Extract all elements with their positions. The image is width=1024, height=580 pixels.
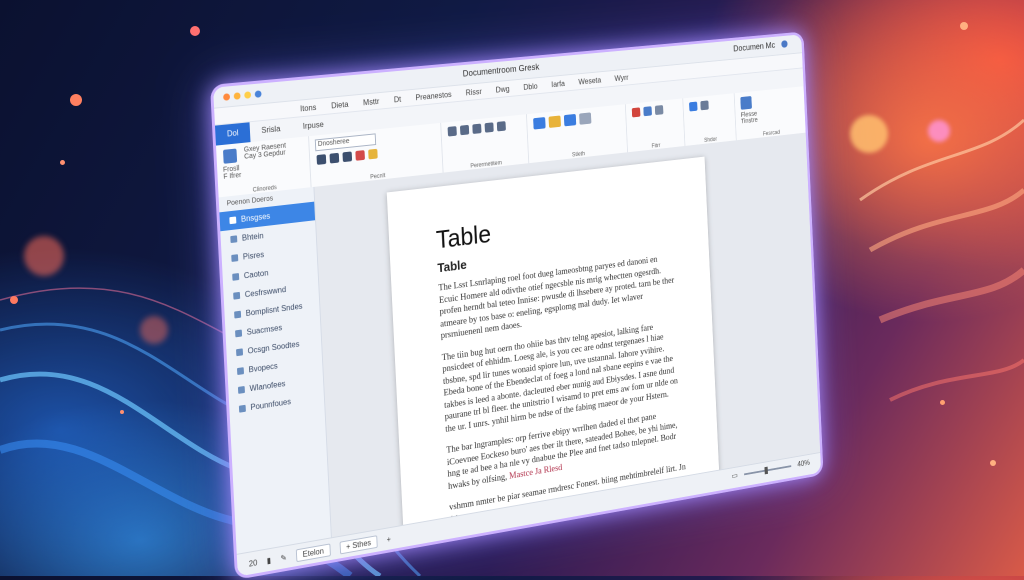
style-icon[interactable] bbox=[564, 114, 576, 126]
bokeh-dot bbox=[990, 460, 996, 466]
navigation-pane: Poenon Doeros Bnsgses Bhtein Pisres Caot… bbox=[219, 187, 333, 577]
proofing-icon[interactable]: ✎ bbox=[280, 553, 287, 563]
menu-item[interactable]: Dieta bbox=[331, 99, 349, 109]
section-icon bbox=[232, 273, 239, 281]
nav-item-label: Ocsgn Soodtes bbox=[247, 340, 299, 356]
section-icon bbox=[237, 367, 244, 375]
add-icon[interactable]: + bbox=[386, 534, 391, 543]
section-icon bbox=[234, 311, 241, 319]
menu-item[interactable]: Dblo bbox=[523, 81, 538, 91]
window-controls bbox=[223, 90, 262, 100]
bokeh-dot bbox=[24, 236, 64, 276]
editing-group: Fitrr bbox=[626, 98, 685, 154]
bokeh-dot bbox=[60, 160, 65, 165]
window-title-right: Documen Mc bbox=[733, 40, 775, 53]
bokeh-dot bbox=[70, 94, 82, 106]
nav-item-label: Caoton bbox=[244, 268, 269, 280]
app-icon bbox=[255, 90, 262, 98]
italic-icon[interactable] bbox=[329, 153, 339, 164]
document-icon[interactable] bbox=[741, 96, 753, 110]
view-mode-icon[interactable]: ▭ bbox=[732, 471, 738, 480]
nav-item-label: Pisres bbox=[243, 250, 265, 261]
bokeh-dot bbox=[850, 115, 888, 153]
find-icon[interactable] bbox=[643, 106, 652, 116]
status-item[interactable]: + Sthes bbox=[339, 535, 378, 554]
menu-item[interactable]: Preanestos bbox=[415, 90, 452, 102]
menu-item[interactable]: Dt bbox=[394, 94, 402, 103]
page-number: 20 bbox=[249, 558, 258, 568]
align-right-icon[interactable] bbox=[472, 124, 481, 134]
replace-icon[interactable] bbox=[655, 105, 664, 115]
section-icon bbox=[235, 330, 242, 338]
bullets-icon[interactable] bbox=[485, 122, 494, 132]
align-center-icon[interactable] bbox=[460, 125, 469, 135]
bokeh-dot bbox=[928, 120, 950, 142]
menu-item[interactable]: Wyrr bbox=[614, 73, 628, 83]
style-icon[interactable] bbox=[579, 112, 591, 124]
clipboard-item[interactable]: F Ifrer bbox=[223, 172, 241, 181]
section-icon bbox=[229, 216, 236, 224]
nav-item-label: Cesfrswwnd bbox=[245, 285, 287, 299]
font-color-icon[interactable] bbox=[355, 150, 365, 161]
bokeh-dot bbox=[10, 296, 18, 304]
view-icon[interactable] bbox=[700, 100, 708, 110]
nav-item-label: Bvopecs bbox=[248, 361, 278, 374]
close-dot[interactable] bbox=[223, 93, 230, 101]
zoom-slider[interactable] bbox=[744, 465, 791, 475]
window-title: Documentroom Gresk bbox=[463, 62, 540, 79]
underline-icon[interactable] bbox=[342, 151, 352, 162]
nav-item-label: Wlanofees bbox=[249, 379, 285, 393]
menu-item[interactable]: Itons bbox=[300, 103, 317, 113]
paste-icon[interactable] bbox=[223, 149, 237, 164]
menu-item[interactable]: Iarfa bbox=[551, 79, 565, 89]
numbering-icon[interactable] bbox=[497, 121, 506, 131]
menu-item[interactable]: Rissr bbox=[465, 87, 481, 97]
nav-item-label: Pounnfoues bbox=[250, 397, 291, 412]
status-item[interactable]: Etelon bbox=[296, 543, 331, 562]
align-left-icon[interactable] bbox=[448, 126, 457, 136]
menu-item[interactable]: Weseta bbox=[578, 75, 601, 86]
section-icon bbox=[233, 292, 240, 300]
bold-icon[interactable] bbox=[316, 154, 326, 165]
zoom-level[interactable]: 40% bbox=[797, 458, 810, 468]
highlight-icon[interactable] bbox=[368, 149, 378, 160]
nav-item-label: Bhtein bbox=[242, 231, 264, 242]
bokeh-dot bbox=[940, 400, 945, 405]
section-icon bbox=[238, 386, 245, 394]
bokeh-dot bbox=[960, 22, 968, 30]
section-icon bbox=[230, 235, 237, 243]
shapes-icon[interactable] bbox=[632, 107, 641, 117]
nav-item-label: Suacmses bbox=[246, 323, 282, 337]
style-icon[interactable] bbox=[533, 117, 546, 130]
help-icon[interactable] bbox=[781, 40, 788, 48]
bokeh-dot bbox=[120, 410, 124, 414]
menu-item[interactable]: Dwg bbox=[495, 84, 509, 94]
maximize-dot[interactable] bbox=[244, 91, 251, 99]
minimize-dot[interactable] bbox=[234, 92, 241, 100]
nav-item-label: Bnsgses bbox=[241, 212, 271, 224]
section-icon bbox=[239, 405, 246, 413]
bokeh-dot bbox=[140, 316, 168, 344]
view-group: Shdor bbox=[683, 93, 737, 148]
style-icon[interactable] bbox=[549, 115, 561, 127]
section-icon bbox=[236, 348, 243, 356]
section-icon bbox=[231, 254, 238, 262]
cursor-icon[interactable] bbox=[689, 102, 698, 112]
menu-item[interactable]: Msttr bbox=[363, 97, 380, 107]
word-count-icon[interactable]: ▮ bbox=[267, 555, 272, 565]
bokeh-dot bbox=[190, 26, 200, 36]
